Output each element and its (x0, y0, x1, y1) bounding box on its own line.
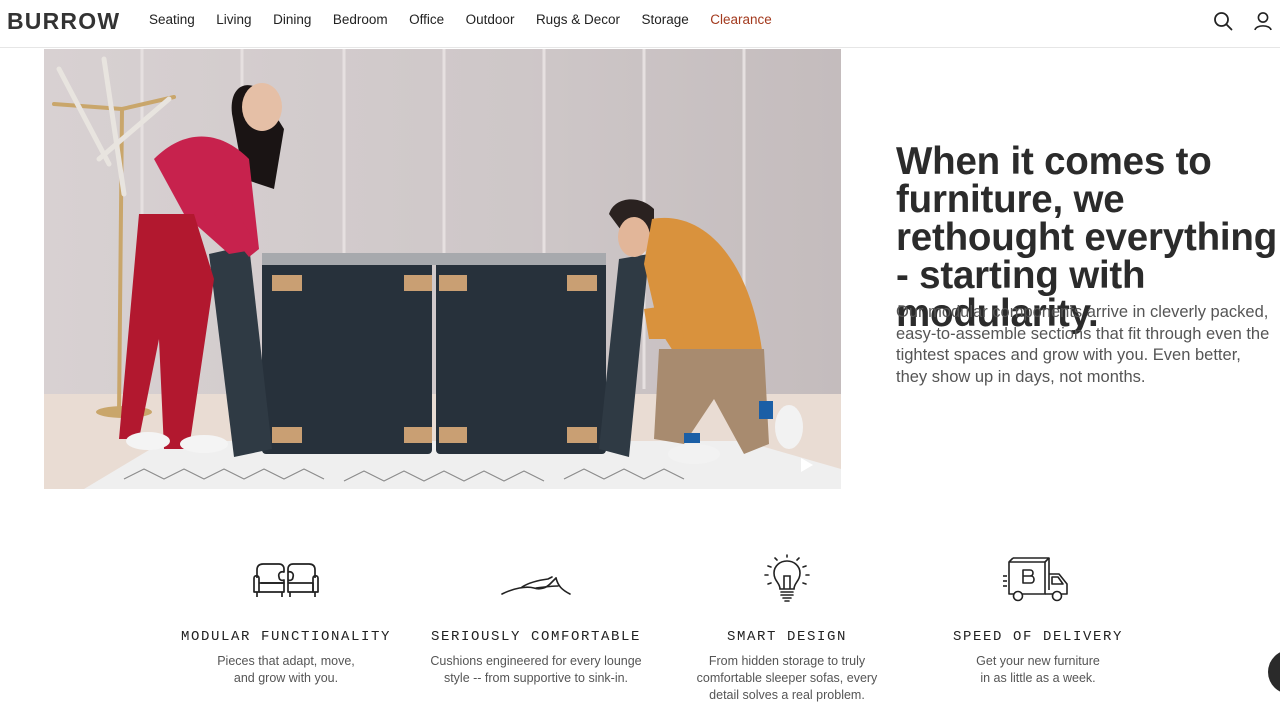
feature-description-line: Pieces that adapt, move, (217, 654, 355, 668)
main-nav: Seating Living Dining Bedroom Office Out… (149, 11, 793, 29)
feature-description: Cushions engineered for every lounge sty… (416, 653, 656, 687)
feature-description-line: comfortable sleeper sofas, every (696, 671, 878, 685)
feature-title: SERIOUSLY COMFORTABLE (430, 629, 642, 645)
nav-storage[interactable]: Storage (641, 11, 688, 29)
feature-delivery: SPEED OF DELIVERY Get your new furniture… (918, 552, 1158, 687)
feature-description: From hidden storage to truly comfortable… (667, 653, 907, 704)
feature-smart-design: SMART DESIGN From hidden storage to trul… (667, 552, 907, 704)
chat-launcher-button[interactable] (1268, 650, 1280, 694)
hand-on-cushion-icon (416, 552, 656, 608)
feature-description-line: style -- from supportive to sink-in. (443, 671, 629, 685)
modular-sofa-icon (166, 552, 406, 608)
play-icon[interactable] (798, 455, 816, 475)
logo[interactable]: BURROW (7, 8, 120, 34)
delivery-truck-icon (918, 552, 1158, 608)
nav-office[interactable]: Office (409, 11, 444, 29)
hero-description: Our modular components arrive in cleverl… (896, 303, 1270, 387)
feature-title: SMART DESIGN (726, 629, 848, 645)
nav-outdoor[interactable]: Outdoor (466, 11, 515, 29)
nav-clearance[interactable]: Clearance (710, 11, 772, 29)
feature-description-line: and grow with you. (233, 671, 339, 685)
search-icon[interactable] (1213, 11, 1233, 31)
nav-seating[interactable]: Seating (149, 11, 195, 29)
feature-title: SPEED OF DELIVERY (952, 629, 1124, 645)
feature-description-line: detail solves a real problem. (709, 688, 865, 702)
nav-bedroom[interactable]: Bedroom (333, 11, 388, 29)
feature-comfortable: SERIOUSLY COMFORTABLE Cushions engineere… (416, 552, 656, 687)
nav-rugs-decor[interactable]: Rugs & Decor (536, 11, 620, 29)
feature-title: MODULAR FUNCTIONALITY (180, 629, 392, 645)
nav-living[interactable]: Living (216, 11, 251, 29)
lightbulb-icon (667, 552, 907, 608)
feature-description-line: From hidden storage to truly (708, 654, 866, 668)
feature-description-line: Cushions engineered for every lounge (430, 654, 642, 668)
hero-video[interactable] (44, 49, 841, 489)
feature-modular: MODULAR FUNCTIONALITY Pieces that adapt,… (166, 552, 406, 687)
feature-description: Get your new furniture in as little as a… (918, 653, 1158, 687)
feature-description-line: Get your new furniture (976, 654, 1100, 668)
feature-description: Pieces that adapt, move, and grow with y… (166, 653, 406, 687)
account-icon[interactable] (1253, 11, 1273, 31)
feature-description-line: in as little as a week. (980, 671, 1096, 685)
hero-image (44, 49, 841, 489)
nav-dining[interactable]: Dining (273, 11, 311, 29)
site-header: BURROW Seating Living Dining Bedroom Off… (0, 0, 1280, 48)
